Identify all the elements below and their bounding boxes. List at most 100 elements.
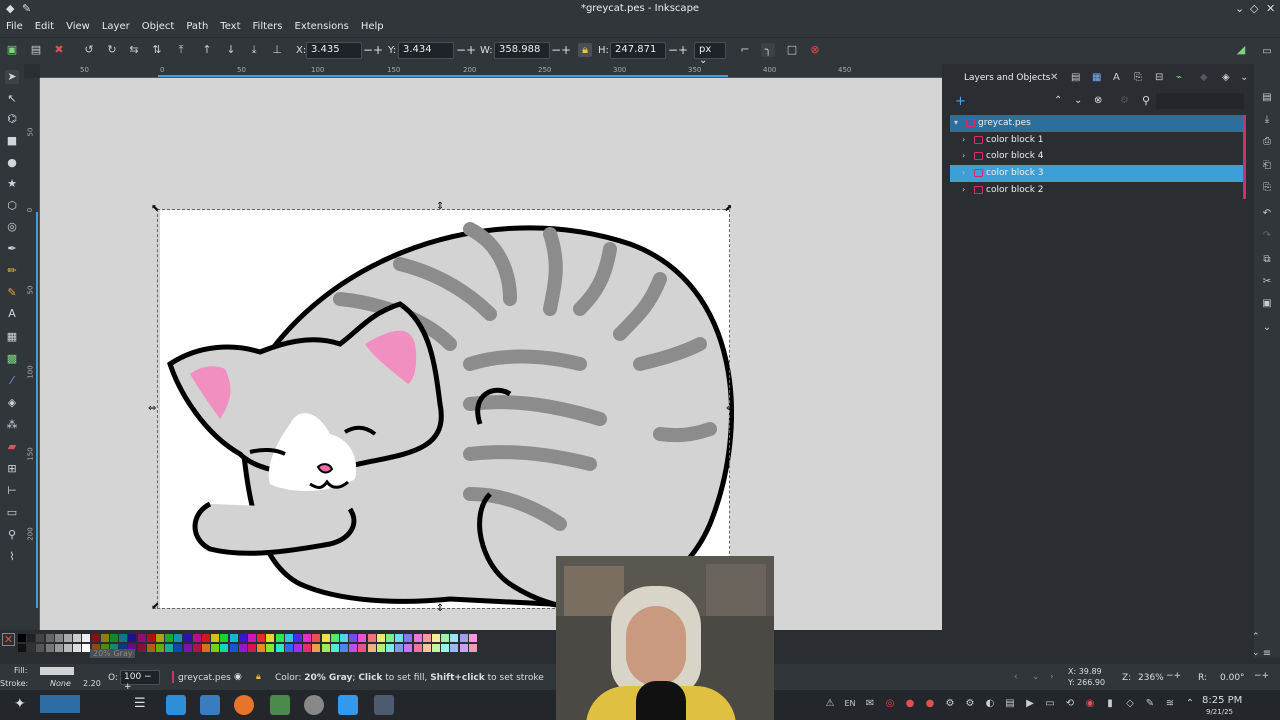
menu-edit[interactable]: Edit xyxy=(29,19,60,32)
display-icon[interactable]: ▭ xyxy=(1044,698,1056,710)
rotation-stepper[interactable]: −+ xyxy=(1254,671,1269,681)
color-swatch[interactable] xyxy=(266,634,275,642)
stroke-value[interactable]: None xyxy=(50,679,71,688)
color-swatch[interactable] xyxy=(146,634,155,642)
nav-forward-icon[interactable]: › xyxy=(1050,672,1054,682)
bluetooth-icon[interactable]: ✎ xyxy=(1144,698,1156,710)
raise-to-top-icon[interactable]: ⤒ xyxy=(174,43,188,57)
color-swatch[interactable] xyxy=(386,634,394,642)
keyboard-layout[interactable]: EN xyxy=(844,698,856,710)
text-tool-icon[interactable]: A xyxy=(5,307,19,321)
menu-layer[interactable]: Layer xyxy=(96,19,136,32)
color-swatch[interactable] xyxy=(211,644,220,652)
h-stepper[interactable]: −+ xyxy=(668,43,688,57)
obs-icon[interactable] xyxy=(304,695,324,715)
move-down-icon[interactable]: ⌄ xyxy=(1074,95,1082,106)
print-icon[interactable]: ⎙ xyxy=(1260,136,1274,150)
color-swatch[interactable] xyxy=(18,634,26,642)
color-swatch[interactable] xyxy=(386,644,394,652)
color-swatch[interactable] xyxy=(266,644,275,652)
collapse-chevron-icon[interactable]: ▾ xyxy=(954,118,958,127)
current-layer-name[interactable]: greycat.pes xyxy=(178,673,231,683)
minimize-icon[interactable]: ⌄ xyxy=(1235,2,1244,15)
export-icon[interactable]: ⎘ xyxy=(1134,72,1142,83)
network-icon[interactable]: ◇ xyxy=(1124,698,1136,710)
color-swatch[interactable] xyxy=(303,644,312,652)
clipboard-icon[interactable]: ▤ xyxy=(1004,698,1016,710)
color-swatch[interactable] xyxy=(395,644,404,652)
color-swatch[interactable] xyxy=(110,634,118,642)
mesh-tool-icon[interactable]: ▩ xyxy=(5,352,19,366)
palette-scroll-down-icon[interactable]: ⌄ xyxy=(1252,648,1260,658)
color-swatch[interactable] xyxy=(340,634,348,642)
transform-gradients-icon[interactable]: □ xyxy=(785,43,799,57)
transform-patterns-icon[interactable]: ⊗ xyxy=(808,43,822,57)
drawing-canvas[interactable]: ⬉ ⇕ ⬈ ⇔ ⇔ ⬋ ⇕ xyxy=(40,78,942,630)
record-icon[interactable]: ◎ xyxy=(884,698,896,710)
3d-box-tool-icon[interactable]: ⬡ xyxy=(5,199,19,213)
align-icon[interactable]: ⊥ xyxy=(270,43,284,57)
save-icon[interactable]: ⤓ xyxy=(1260,114,1274,128)
update-icon[interactable]: ⟲ xyxy=(1064,698,1076,710)
search-input[interactable] xyxy=(1156,93,1244,109)
color-swatch[interactable] xyxy=(18,644,26,652)
color-swatch[interactable] xyxy=(257,644,266,652)
palette-menu-icon[interactable]: ≡ xyxy=(1260,648,1274,662)
record-dot2-icon[interactable]: ● xyxy=(924,698,936,710)
color-swatch[interactable] xyxy=(422,644,431,652)
color-swatch[interactable] xyxy=(432,634,440,642)
color-swatch[interactable] xyxy=(202,644,210,652)
flip-vertical-icon[interactable]: ⇅ xyxy=(150,43,164,57)
color-swatch[interactable] xyxy=(275,644,284,652)
color-swatch[interactable] xyxy=(404,634,413,642)
pages-tool-icon[interactable]: ▭ xyxy=(5,506,19,520)
color-swatch[interactable] xyxy=(459,644,468,652)
color-swatch[interactable] xyxy=(450,644,459,652)
firefox-icon[interactable] xyxy=(234,695,254,715)
xml-editor-icon[interactable]: ⌁ xyxy=(1176,72,1182,83)
select-all-icon[interactable]: ▣ xyxy=(5,43,19,57)
gradient-tool-icon[interactable]: ▦ xyxy=(5,330,19,344)
zoom-value[interactable]: 236% xyxy=(1138,673,1164,683)
color-swatch[interactable] xyxy=(432,644,440,652)
battery-icon[interactable]: ▮ xyxy=(1104,698,1116,710)
color-swatch[interactable] xyxy=(395,634,404,642)
nav-dropdown-icon[interactable]: ⌄ xyxy=(1032,672,1040,682)
lower-to-bottom-icon[interactable]: ⤓ xyxy=(247,43,261,57)
color-swatch[interactable] xyxy=(413,644,422,652)
x-stepper[interactable]: −+ xyxy=(363,43,383,57)
palette-scroll-up-icon[interactable]: ⌃ xyxy=(1252,632,1260,642)
scale-handle-sw[interactable]: ⬋ xyxy=(151,602,159,612)
color-swatch[interactable] xyxy=(54,634,63,642)
color-swatch[interactable] xyxy=(91,634,100,642)
color-swatch[interactable] xyxy=(146,644,155,652)
more-commands-icon[interactable]: ⌄ xyxy=(1260,322,1274,336)
color-swatch[interactable] xyxy=(45,644,54,652)
color-swatch[interactable] xyxy=(468,634,477,642)
fill-swatch[interactable] xyxy=(40,667,74,675)
horizontal-ruler[interactable]: 50 0 50 100 150 200 250 300 350 400 450 xyxy=(40,64,942,78)
scale-handle-n[interactable]: ⇕ xyxy=(436,202,444,212)
settings-tray-icon[interactable]: ⚙ xyxy=(964,698,976,710)
eraser-tool-icon[interactable]: ▰ xyxy=(5,440,19,454)
color-swatch[interactable] xyxy=(174,644,183,652)
vertical-ruler[interactable]: 50 0 50 100 150 200 xyxy=(24,78,40,630)
opacity-input[interactable]: 100 −+ xyxy=(120,670,160,692)
menu-help[interactable]: Help xyxy=(355,19,390,32)
layer-visibility-icon[interactable]: ◉ xyxy=(234,672,242,682)
color-swatch[interactable] xyxy=(284,644,293,652)
rectangle-tool-icon[interactable]: ■ xyxy=(5,134,19,148)
start-menu-icon[interactable]: ✦ xyxy=(14,696,26,712)
color-swatch[interactable] xyxy=(183,644,192,652)
color-swatch[interactable] xyxy=(64,634,72,642)
selector-tool-icon[interactable]: ➤ xyxy=(5,70,19,84)
color-swatch[interactable] xyxy=(367,644,376,652)
swatches-icon[interactable]: ▦ xyxy=(1092,72,1101,83)
layer-item[interactable]: › color block 2 xyxy=(950,182,1245,199)
color-swatch[interactable] xyxy=(358,634,367,642)
cut-icon[interactable]: ✂ xyxy=(1260,276,1274,290)
paste-icon[interactable]: ▣ xyxy=(1260,298,1274,312)
layer-item-selected[interactable]: › color block 3 xyxy=(950,165,1245,182)
layer-item[interactable]: › color block 4 xyxy=(950,148,1245,165)
import-icon[interactable]: ⎗ xyxy=(1260,160,1274,174)
